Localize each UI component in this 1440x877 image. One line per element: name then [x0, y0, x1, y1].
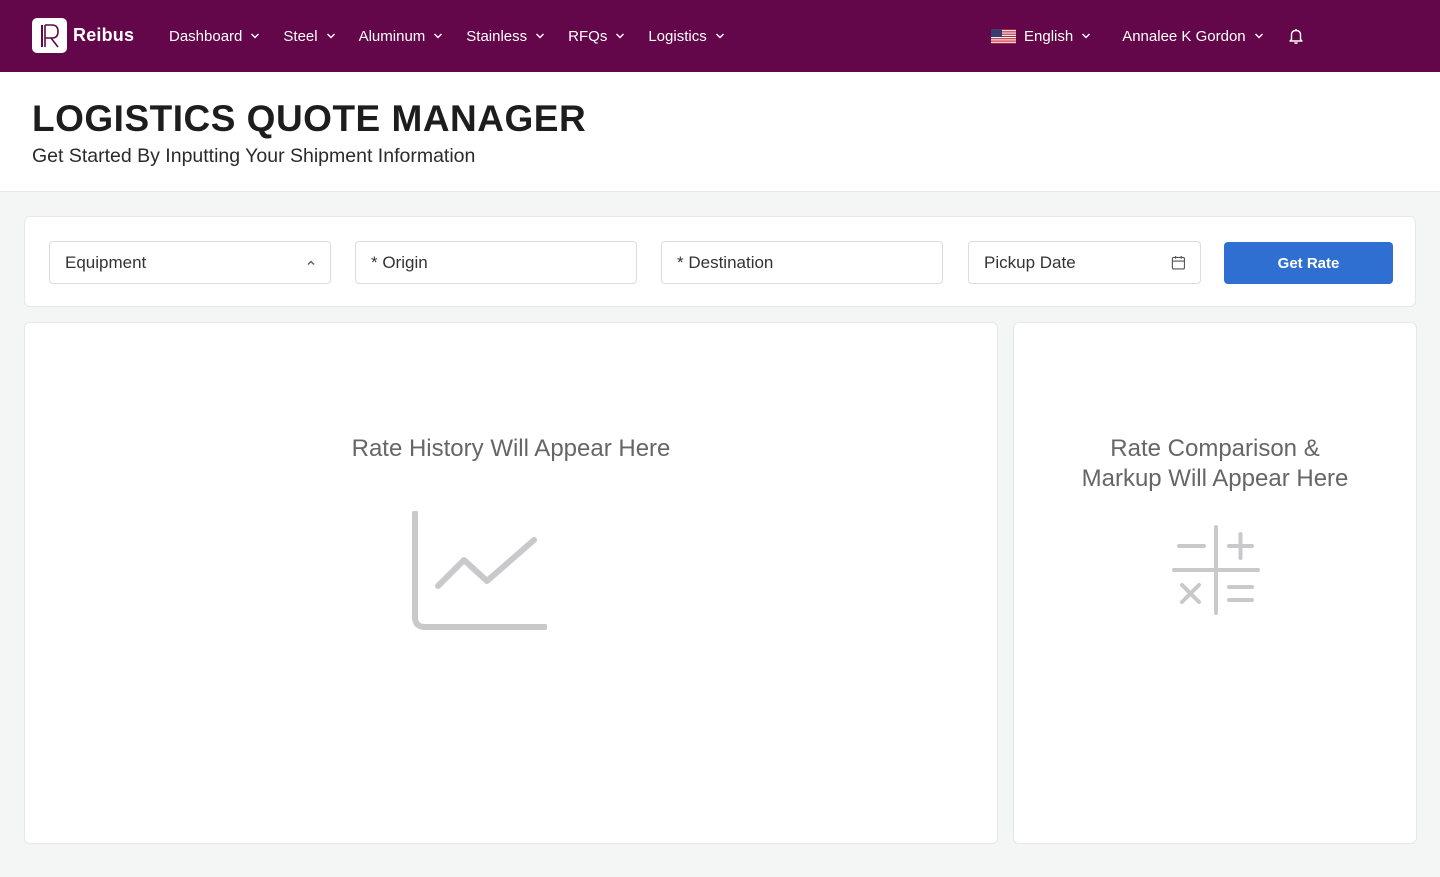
- calculator-icon: [1172, 525, 1260, 615]
- nav-item-label: RFQs: [568, 27, 608, 45]
- brand-name: Reibus: [73, 25, 135, 45]
- chevron-down-icon: [616, 33, 625, 39]
- chevron-down-icon: [251, 33, 260, 39]
- destination-input[interactable]: [677, 252, 942, 273]
- pickup-date-input[interactable]: [984, 252, 1172, 273]
- user-menu[interactable]: Annalee K Gordon: [1122, 28, 1263, 45]
- top-navigation-bar: Reibus Dashboard Steel Aluminum Stainles…: [0, 0, 1440, 72]
- chevron-down-icon: [715, 33, 724, 39]
- chevron-down-icon: [536, 33, 545, 39]
- nav-item-steel[interactable]: Steel: [283, 28, 335, 45]
- chevron-down-icon: [1254, 33, 1263, 39]
- equipment-select[interactable]: Equipment: [49, 241, 331, 284]
- language-selector[interactable]: English: [991, 28, 1091, 45]
- chevron-down-icon: [1082, 33, 1091, 39]
- chevron-down-icon: [434, 33, 443, 39]
- brand-logo[interactable]: Reibus: [32, 18, 134, 53]
- nav-item-label: Dashboard: [169, 27, 243, 45]
- bell-icon[interactable]: [1287, 27, 1305, 45]
- reibus-logo-icon: [32, 18, 67, 53]
- nav-item-rfqs[interactable]: RFQs: [568, 28, 625, 45]
- calendar-icon[interactable]: [1171, 254, 1186, 271]
- nav-item-dashboard[interactable]: Dashboard: [169, 28, 260, 45]
- nav-item-label: Logistics: [648, 27, 707, 45]
- nav-item-aluminum[interactable]: Aluminum: [359, 28, 444, 45]
- nav-item-label: Stainless: [466, 27, 528, 45]
- nav-item-logistics[interactable]: Logistics: [648, 28, 724, 45]
- rate-history-placeholder-text: Rate History Will Appear Here: [351, 435, 671, 462]
- get-rate-button[interactable]: Get Rate: [1224, 242, 1393, 284]
- rate-comparison-placeholder-text: Rate Comparison & Markup Will Appear Her…: [1014, 434, 1416, 494]
- nav-item-stainless[interactable]: Stainless: [466, 28, 545, 45]
- rate-comparison-panel: Rate Comparison & Markup Will Appear Her…: [1013, 322, 1417, 844]
- main-menu: Dashboard Steel Aluminum Stainless RFQs …: [169, 0, 748, 72]
- chevron-down-icon: [326, 33, 335, 39]
- equipment-select-label: Equipment: [65, 252, 147, 272]
- us-flag-icon: [991, 28, 1016, 44]
- rate-comparison-line-1: Rate Comparison &: [1110, 435, 1320, 462]
- page-header: LOGISTICS QUOTE MANAGER Get Started By I…: [0, 72, 1440, 192]
- nav-item-label: Steel: [283, 27, 318, 45]
- pickup-date-field[interactable]: [968, 241, 1201, 284]
- language-label: English: [1024, 27, 1074, 45]
- shipment-form-card: Equipment Get Rate: [24, 216, 1416, 307]
- nav-utilities: English Annalee K Gordon: [991, 0, 1305, 72]
- origin-input[interactable]: [371, 252, 636, 273]
- destination-field[interactable]: [661, 241, 943, 284]
- line-chart-icon: [412, 511, 547, 630]
- user-name: Annalee K Gordon: [1122, 27, 1246, 45]
- chevron-up-icon: [307, 260, 315, 265]
- rate-history-panel: Rate History Will Appear Here: [24, 322, 998, 844]
- rate-comparison-line-2: Markup Will Appear Here: [1081, 465, 1349, 492]
- origin-field[interactable]: [355, 241, 637, 284]
- page-subtitle: Get Started By Inputting Your Shipment I…: [32, 145, 476, 167]
- nav-item-label: Aluminum: [358, 27, 426, 45]
- page-title: LOGISTICS QUOTE MANAGER: [32, 98, 587, 139]
